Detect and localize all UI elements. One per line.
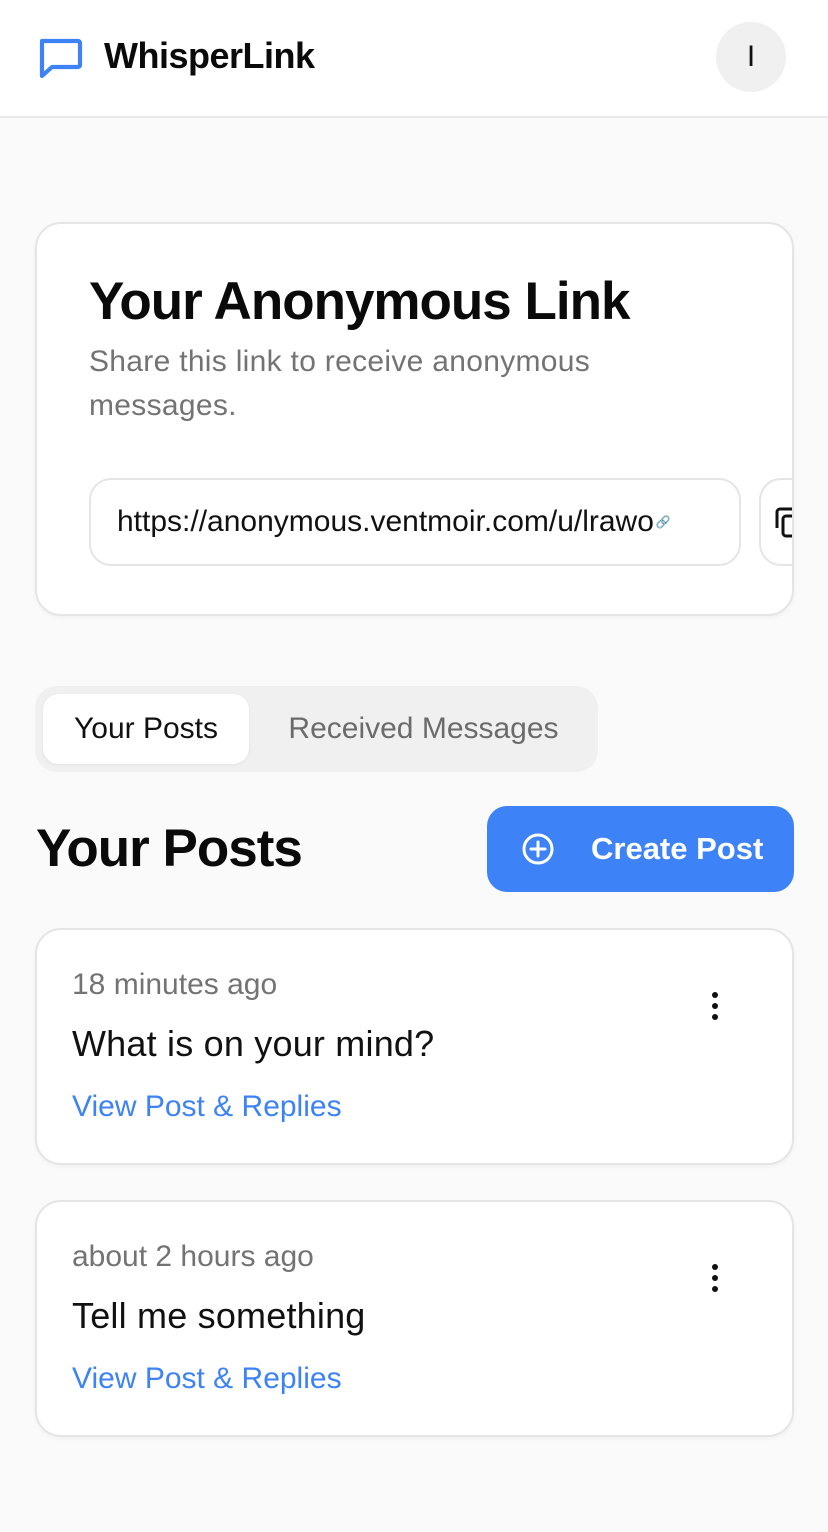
link-icon: 🔗	[655, 515, 671, 529]
copy-icon	[775, 507, 792, 538]
post-timestamp: about 2 hours ago	[72, 1240, 314, 1273]
post-tabs: Your Posts Received Messages	[35, 686, 598, 772]
anonymous-link-field[interactable]: https://anonymous.ventmoir.com/u/lrawo 🔗	[89, 478, 741, 566]
post-text: What is on your mind?	[72, 1023, 435, 1064]
tab-received-messages[interactable]: Received Messages	[257, 694, 590, 764]
view-post-link[interactable]: View Post & Replies	[72, 1360, 342, 1398]
link-card-title: Your Anonymous Link	[89, 272, 630, 331]
view-post-link[interactable]: View Post & Replies	[72, 1088, 342, 1126]
message-square-icon	[39, 38, 83, 79]
copy-link-button[interactable]	[759, 478, 792, 566]
post-timestamp: 18 minutes ago	[72, 968, 278, 1001]
post-text: Tell me something	[72, 1295, 366, 1336]
top-bar: WhisperLink I	[0, 0, 828, 118]
anonymous-link-url: https://anonymous.ventmoir.com/u/lrawo	[117, 505, 654, 538]
brand-name: WhisperLink	[104, 35, 315, 76]
create-post-button[interactable]: Create Post	[487, 806, 794, 892]
plus-circle-icon	[522, 833, 554, 865]
section-title: Your Posts	[36, 819, 303, 878]
avatar[interactable]: I	[716, 22, 786, 92]
post-card: about 2 hours ago Tell me something View…	[35, 1200, 794, 1437]
more-vertical-icon[interactable]	[695, 986, 735, 1026]
more-vertical-icon[interactable]	[695, 1258, 735, 1298]
link-card-description: Share this link to receive anonymous mes…	[89, 345, 591, 422]
anonymous-link-card: Your Anonymous Link Share this link to r…	[35, 222, 794, 616]
tab-your-posts[interactable]: Your Posts	[43, 694, 249, 764]
create-post-label: Create Post	[591, 831, 764, 866]
post-card: 18 minutes ago What is on your mind? Vie…	[35, 928, 794, 1165]
